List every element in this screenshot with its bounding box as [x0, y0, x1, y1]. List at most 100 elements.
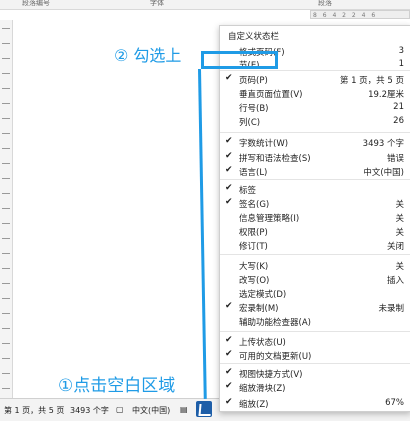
menu-item[interactable]: 垂直页面位置(V) 19.2厘米: [220, 87, 410, 100]
ribbon-label: 字体: [150, 0, 164, 7]
menu-item[interactable]: 大写(K) 关: [220, 259, 410, 272]
checkmark-icon: ✔: [225, 301, 233, 311]
horizontal-ruler[interactable]: 8 6 4 2 2 4 6: [310, 10, 410, 19]
ruler-tick: [2, 298, 10, 299]
checkmark-icon: ✔: [225, 335, 233, 345]
menu-item[interactable]: 列(C) 26: [220, 115, 410, 128]
menu-item[interactable]: ✔ 标签: [220, 183, 410, 196]
menu-item[interactable]: 行号(B) 21: [220, 101, 410, 114]
menu-item-value: 关闭: [386, 242, 404, 252]
status-bar-blank-area-icon[interactable]: [196, 401, 212, 417]
ruler-tick: [2, 388, 10, 389]
checkmark-icon: ✔: [225, 151, 233, 161]
ruler-tick: [2, 148, 10, 149]
menu-separator: [220, 254, 410, 255]
ribbon-label: 段落: [318, 0, 332, 7]
menu-item-value: 错误: [386, 154, 404, 164]
menu-item-label: 语言(L): [239, 168, 268, 178]
checkmark-icon: ✔: [225, 397, 233, 407]
menu-item[interactable]: ✔ 语言(L) 中文(中国): [220, 165, 410, 178]
proofing-icon[interactable]: ▢: [116, 405, 124, 414]
status-language[interactable]: 中文(中国): [132, 405, 170, 416]
menu-item-label: 宏录制(M): [239, 304, 279, 314]
ruler-tick: [2, 58, 10, 59]
menu-item-value: 关: [395, 214, 404, 224]
annotation-step-1: ①点击空白区域: [58, 376, 176, 396]
menu-item[interactable]: ✔ 宏录制(M) 未录制: [220, 301, 410, 314]
ruler-tick: [2, 253, 10, 254]
menu-item-value: 3: [398, 46, 404, 56]
menu-item[interactable]: ✔ 上传状态(U): [220, 335, 410, 348]
menu-item-label: 标签: [239, 186, 257, 196]
menu-item[interactable]: 信息管理策略(I) 关: [220, 211, 410, 224]
menu-item-label: 垂直页面位置(V): [239, 90, 303, 100]
menu-item-label: 修订(T): [239, 242, 268, 252]
menu-item-value: 关: [395, 200, 404, 210]
ruler-tick: [2, 88, 10, 89]
menu-item[interactable]: 辅助功能检查器(A): [220, 315, 410, 328]
ruler-tick: [2, 373, 10, 374]
checkmark-icon: ✔: [225, 367, 233, 377]
menu-item[interactable]: 改写(O) 插入: [220, 273, 410, 286]
menu-item[interactable]: ✔ 缩放(Z) 67%: [220, 397, 410, 410]
menu-separator: [220, 363, 410, 364]
menu-item-label: 视图快捷方式(V): [239, 370, 303, 380]
menu-item[interactable]: ✔ 缩放滑块(Z): [220, 381, 410, 394]
ruler-tick: [2, 238, 10, 239]
vertical-ruler[interactable]: [0, 20, 13, 398]
menu-item[interactable]: ✔ 签名(G) 关: [220, 197, 410, 210]
menu-item-label: 拼写和语法检查(S): [239, 154, 311, 164]
menu-item-label: 信息管理策略(I): [239, 214, 300, 224]
menu-separator: [220, 132, 410, 133]
menu-item-value: 26: [393, 116, 404, 126]
menu-item-label: 缩放(Z): [239, 400, 269, 410]
menu-item-label: 签名(G): [239, 200, 270, 210]
menu-item[interactable]: ✔ 页码(P) 第 1 页，共 5 页: [220, 73, 410, 86]
menu-separator: [220, 179, 410, 180]
menu-item-label: 改写(O): [239, 276, 270, 286]
menu-item-value: 3493 个字: [362, 139, 404, 149]
menu-item-value: 1: [398, 59, 404, 69]
menu-item-label: 页码(P): [239, 76, 268, 86]
menu-item-value: 第 1 页，共 5 页: [339, 76, 404, 86]
menu-item[interactable]: ✔ 视图快捷方式(V): [220, 367, 410, 380]
menu-item-label: 可用的文档更新(U): [239, 352, 312, 362]
checkmark-icon: ✔: [225, 197, 233, 207]
ruler-tick: [2, 73, 10, 74]
ruler-tick: [2, 163, 10, 164]
ruler-tick: [2, 313, 10, 314]
checkmark-icon: ✔: [225, 73, 233, 83]
menu-item-value: 关: [395, 262, 404, 272]
ruler-tick: [2, 103, 10, 104]
ruler-tick: [2, 118, 10, 119]
ribbon-label: 段落编号: [22, 0, 50, 7]
menu-item[interactable]: 选定模式(D): [220, 287, 410, 300]
ruler-tick: [2, 133, 10, 134]
status-word-count[interactable]: 3493 个字: [70, 405, 109, 416]
menu-item-label: 列(C): [239, 118, 261, 128]
menu-item-label: 权限(P): [239, 228, 268, 238]
ruler-tick: [2, 28, 10, 29]
menu-item[interactable]: ✔ 拼写和语法检查(S) 错误: [220, 151, 410, 164]
checkmark-icon: ✔: [225, 381, 233, 391]
ruler-tick: [2, 343, 10, 344]
menu-item[interactable]: ✔ 可用的文档更新(U): [220, 349, 410, 362]
menu-item-value: 未录制: [378, 304, 404, 314]
ruler-tick: [2, 268, 10, 269]
status-page-count[interactable]: 第 1 页，共 5 页: [4, 405, 64, 416]
menu-item[interactable]: 权限(P) 关: [220, 225, 410, 238]
ruler-tick: [2, 43, 10, 44]
menu-item-value: 关: [395, 228, 404, 238]
customize-status-bar-menu[interactable]: 自定义状态栏 格式页码(F) 3 节(E) 1 ✔ 页码(P) 第 1 页，共 5 页垂直页…: [219, 25, 410, 412]
menu-item-value: 插入: [386, 276, 404, 286]
checkmark-icon: ✔: [225, 183, 233, 193]
ruler-tick: [2, 358, 10, 359]
ruler-tick: [2, 193, 10, 194]
ribbon: 段落编号 字体 段落: [0, 0, 410, 10]
highlight-box: [201, 51, 278, 69]
menu-item[interactable]: ✔ 字数统计(W) 3493 个字: [220, 136, 410, 149]
checkmark-icon: ✔: [225, 349, 233, 359]
focus-icon[interactable]: ▤: [180, 405, 188, 414]
ruler-tick: [2, 223, 10, 224]
menu-item[interactable]: 修订(T) 关闭: [220, 239, 410, 252]
